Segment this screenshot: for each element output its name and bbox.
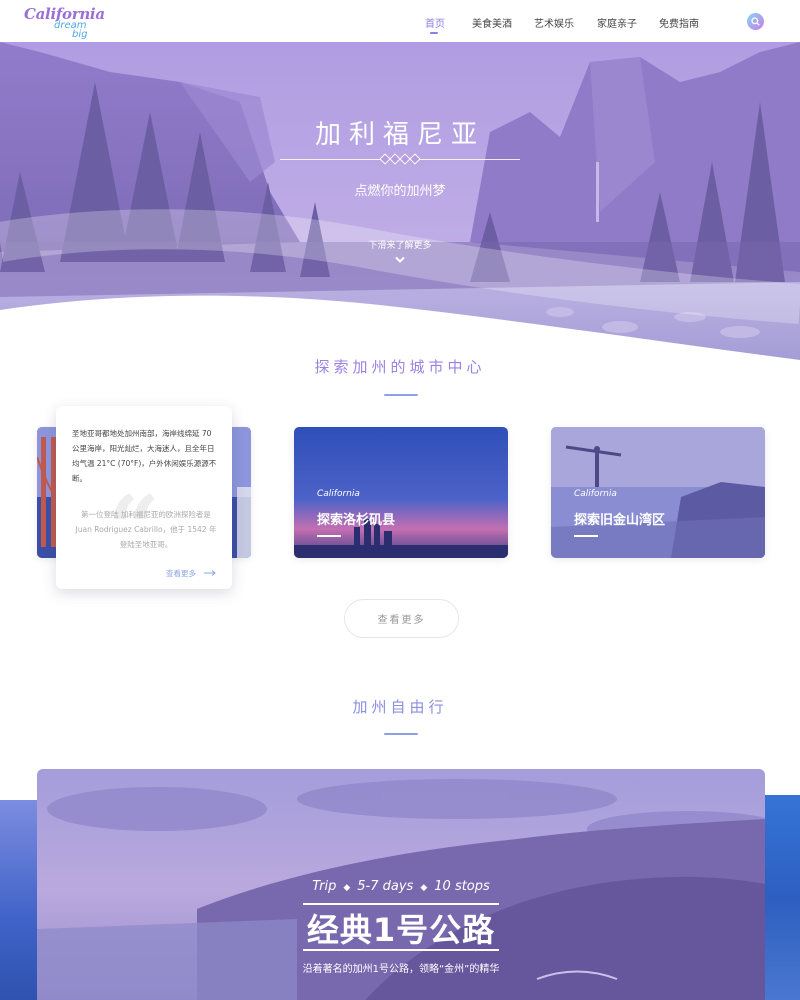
popup-more-link[interactable]: 查看更多 (166, 568, 216, 579)
city-card-name: 探索旧金山湾区 (574, 513, 666, 528)
hero-landscape-image (0, 42, 800, 360)
arrow-right-icon (204, 570, 216, 576)
popup-paragraph-history: 第一位登陆 加利福尼亚的欧洲探险者是 Juan Rodriguez Cabril… (75, 510, 217, 549)
diamond-separator-icon: ◆ (417, 883, 431, 893)
nav-item-free-guide[interactable]: 免费指南 (659, 15, 699, 30)
trip-carousel-prev-preview[interactable] (0, 800, 37, 1000)
view-more-button[interactable]: 查看更多 (344, 599, 459, 638)
trip-meta-stops: 10 stops (434, 879, 490, 894)
city-card-sf-bay-area[interactable]: California 探索旧金山湾区 (551, 427, 765, 558)
trip-meta-days: 5-7 days (357, 879, 414, 894)
hero-banner: 加利福尼亚 点燃你的加州梦 下滑来了解更多 (0, 42, 800, 360)
city-info-popup: “ 圣地亚哥都地处加州南部，海岸线绵延 70 公里海岸，阳光灿烂，大海迷人，且全… (56, 406, 232, 589)
trip-section-title: 加州自由行 (352, 698, 448, 716)
trip-title: 经典1号公路 (306, 911, 496, 949)
nav-item-arts[interactable]: 艺术娱乐 (534, 15, 574, 30)
city-card-los-angeles[interactable]: California 探索洛杉矶县 (294, 427, 508, 558)
logo-text-big: big (72, 29, 88, 40)
cities-section-title: 探索加州的城市中心 (314, 358, 486, 376)
trip-description: 沿着著名的加州1号公路，领略“金州”的精华 (302, 964, 500, 975)
top-nav: California dream big 首页 美食美酒 艺术娱乐 家庭亲子 免… (0, 0, 800, 42)
city-card-tag: California (317, 489, 360, 499)
hero-title: 加利福尼亚 (314, 120, 485, 150)
trip-carousel-next-preview[interactable] (765, 795, 800, 1000)
trip-card-highway-1[interactable]: Trip ◆ 5-7 days ◆ 10 stops 经典1号公路 沿着著名的加… (37, 769, 765, 1000)
trip-meta-type: Trip (312, 879, 337, 894)
diamond-separator-icon: ◆ (340, 883, 354, 893)
city-card-bar (317, 535, 341, 537)
trip-meta: Trip ◆ 5-7 days ◆ 10 stops (37, 879, 765, 894)
trip-title-rule-bottom (303, 949, 499, 951)
scroll-hint[interactable]: 下滑来了解更多 (0, 238, 800, 251)
popup-more-label: 查看更多 (166, 569, 196, 578)
hero-diamond-ornament (373, 153, 427, 166)
city-card-name: 探索洛杉矶县 (317, 513, 396, 528)
hero-subtitle: 点燃你的加州梦 (354, 184, 446, 199)
trip-section-underline (384, 733, 418, 735)
nav-item-family[interactable]: 家庭亲子 (597, 15, 637, 30)
popup-paragraph-climate: 圣地亚哥都地处加州南部，海岸线绵延 70 公里海岸，阳光灿烂，大海迷人，且全年日… (72, 429, 217, 483)
city-card-bar (574, 535, 598, 537)
search-icon (751, 17, 760, 26)
search-button[interactable] (747, 13, 764, 30)
nav-item-food-wine[interactable]: 美食美酒 (472, 15, 512, 30)
nav-active-indicator (430, 32, 438, 34)
nav-item-home[interactable]: 首页 (425, 15, 445, 30)
chevron-down-icon[interactable] (394, 256, 406, 264)
california-logo[interactable]: California dream big (24, 5, 105, 40)
city-card-tag: California (574, 489, 617, 499)
cities-section-underline (384, 394, 418, 396)
